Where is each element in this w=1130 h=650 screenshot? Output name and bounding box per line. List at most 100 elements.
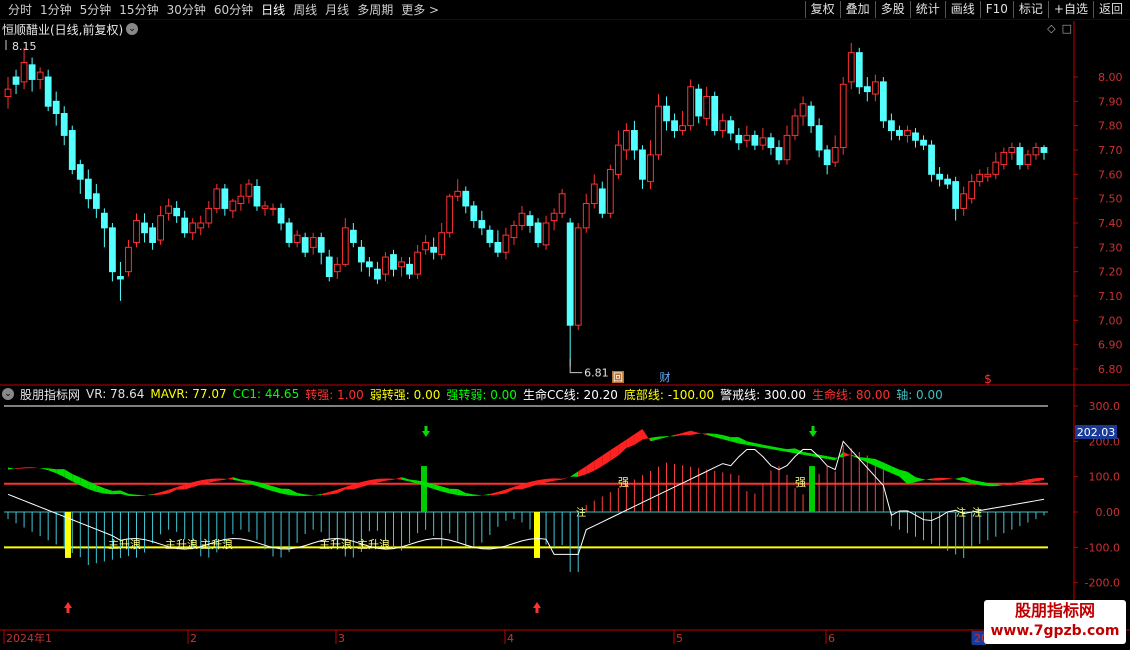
low-marker-line (569, 358, 583, 374)
candle-up (333, 263, 341, 273)
candle-up (197, 222, 205, 229)
candle-up (719, 120, 727, 132)
ribbon-segment (875, 459, 884, 470)
candle-up (438, 232, 446, 256)
price-tick-label: 8.00 (1098, 71, 1123, 84)
window-icon[interactable]: □ (1062, 22, 1072, 35)
candle-up (382, 256, 389, 275)
candle-up (550, 212, 558, 222)
ribbon-segment (955, 476, 964, 482)
time-label: 3 (338, 632, 345, 645)
candle-up (341, 227, 349, 265)
candle-down (430, 246, 438, 253)
dropdown-icon[interactable]: ⌄ (126, 23, 139, 35)
candle-down (486, 229, 494, 243)
ribbon-segment (1035, 477, 1044, 482)
annotation-zhu: 注 (576, 506, 586, 519)
stock-title: 恒顺醋业(日线,前复权) (2, 22, 124, 37)
candle-down (478, 220, 486, 229)
candle-down (912, 132, 919, 141)
price-tick-label: 7.00 (1098, 314, 1123, 327)
candle-up (133, 220, 140, 243)
candle-up (165, 205, 173, 214)
candle-up (847, 52, 855, 83)
price-tick-label: 7.20 (1098, 266, 1123, 279)
candle-up (687, 86, 695, 127)
candle-down (896, 130, 903, 136)
indicator-dropdown-icon[interactable]: ⌄ (2, 388, 14, 400)
price-tick-label: 7.30 (1098, 241, 1123, 254)
candle-up (4, 88, 12, 97)
candle-down (1016, 147, 1024, 166)
ribbon-segment (1019, 479, 1028, 484)
ribbon-segment (128, 493, 137, 497)
ind-tick-label: 300.0 (1089, 400, 1121, 413)
annotation-zhushenglang: 主升浪 (108, 537, 141, 551)
indicator-value: 生命线: 80.00 (811, 387, 891, 402)
candle-down (711, 95, 719, 132)
candle-up (510, 224, 518, 239)
candle-down (173, 207, 181, 217)
candle-up (679, 125, 686, 132)
candle-down (936, 173, 943, 180)
ribbon-segment (586, 460, 595, 475)
ribbon-segment (618, 439, 627, 456)
candle-up (1000, 151, 1008, 166)
candle-up (614, 144, 622, 175)
ribbon-segment (313, 493, 322, 496)
ribbon-segment (457, 488, 466, 496)
candle-up (904, 130, 911, 136)
candle-up (213, 188, 221, 209)
ribbon-segment (120, 490, 129, 496)
candle-down (494, 241, 502, 253)
ribbon-segment (722, 434, 731, 442)
candle-down (141, 222, 148, 234)
ribbon-segment (634, 428, 643, 445)
candle-down (598, 188, 606, 214)
candle-down (149, 227, 156, 243)
price-tick-label: 7.40 (1098, 217, 1123, 230)
price-tick-label: 7.70 (1098, 144, 1123, 157)
high-price-label: 8.15 (12, 40, 37, 53)
candle-up (1008, 147, 1016, 153)
ribbon-segment (803, 451, 812, 457)
annotation-qiang: 强 (618, 476, 629, 489)
price-tick-label: 6.80 (1098, 363, 1123, 376)
candle-up (1024, 154, 1032, 166)
buy-arrow (533, 602, 541, 613)
ribbon-segment (297, 492, 306, 497)
candle-down (727, 120, 735, 134)
watermark-url: www.7gpzb.com (990, 623, 1120, 639)
ribbon-segment (32, 467, 41, 469)
time-label: 4 (507, 632, 514, 645)
candle-up (245, 183, 253, 197)
indicator-name[interactable]: 股朋指标网 (20, 386, 80, 403)
ribbon-segment (907, 471, 916, 485)
price-tick-label: 7.60 (1098, 168, 1123, 181)
candle-up (968, 181, 976, 200)
candle-down (735, 134, 743, 144)
ribbon-segment (24, 467, 33, 469)
kline-chart[interactable]: 8.00 7.90 7.80 7.70 7.60 7.50 7.40 7.30 7.20 7.10… (0, 0, 1130, 650)
indicator-value: 警戒线: 300.00 (720, 387, 806, 402)
buy-arrow (64, 602, 72, 613)
diamond-icon[interactable]: ◇ (1047, 22, 1055, 35)
candle-down (1040, 147, 1048, 153)
candle-up (759, 137, 767, 146)
candle-down (92, 193, 100, 209)
annotation-qiang: 强 (795, 476, 806, 489)
ribbon-segment (770, 446, 779, 451)
ribbon-segment (650, 436, 659, 442)
candle-down (28, 64, 36, 80)
ribbon-segment (80, 477, 89, 490)
ribbon-segment (642, 428, 651, 442)
candle-down (181, 217, 189, 234)
indicator-value: 生命CC线: 20.20 (522, 387, 618, 402)
sell-arrow (422, 426, 430, 437)
ribbon-segment (345, 484, 354, 490)
watermark-logo: 股朋指标网 www.7gpzb.com (984, 600, 1126, 644)
candle-down (374, 268, 381, 280)
candle-down (566, 222, 574, 326)
indicator-value: MAVR: 77.07 (150, 387, 227, 401)
candle-up (309, 237, 317, 248)
